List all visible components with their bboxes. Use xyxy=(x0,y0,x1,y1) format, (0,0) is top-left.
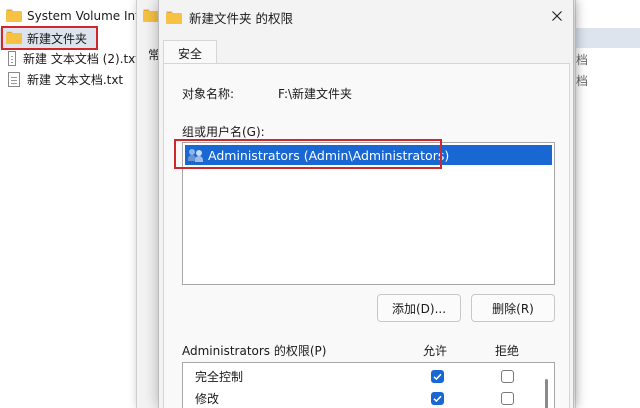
deny-checkbox[interactable] xyxy=(501,391,514,405)
file-name: 新建 文本文档.txt xyxy=(27,72,124,87)
object-name-row: 对象名称: F:\新建文件夹 xyxy=(182,85,352,102)
permission-name: 修改 xyxy=(195,391,220,406)
user-name: Administrators (Admin\Administrators) xyxy=(208,147,450,163)
file-type-fragment: 档 xyxy=(576,74,589,88)
close-icon xyxy=(552,11,562,21)
file-item-text-doc-2[interactable]: 新建 文本文档 (2).txt xyxy=(0,48,140,68)
folder-icon xyxy=(6,31,22,45)
permission-row: 修改 xyxy=(183,387,554,408)
tab-strip: 安全 xyxy=(159,34,573,65)
user-list[interactable]: Administrators (Admin\Administrators) xyxy=(182,142,555,285)
object-name-value: F:\新建文件夹 xyxy=(278,87,353,101)
permission-row: 完全控制 xyxy=(183,365,554,387)
group-user-label: 组或用户名(G): xyxy=(182,125,265,139)
file-type-fragment: 档 xyxy=(576,53,589,67)
title-bar[interactable]: 新建文件夹 的权限 xyxy=(159,0,573,34)
file-item-text-doc[interactable]: 新建 文本文档.txt xyxy=(0,69,140,89)
user-group-icon xyxy=(188,148,206,162)
dialog-title: 新建文件夹 的权限 xyxy=(189,10,293,26)
permissions-label: Administrators 的权限(P) xyxy=(182,344,327,358)
file-item-new-folder[interactable]: 新建文件夹 xyxy=(0,28,96,48)
user-list-item[interactable]: Administrators (Admin\Administrators) xyxy=(185,145,552,165)
file-name: System Volume Inf xyxy=(27,9,140,23)
deny-checkbox[interactable] xyxy=(501,369,514,383)
close-button[interactable] xyxy=(541,2,573,30)
allow-checkbox[interactable] xyxy=(431,369,444,383)
permissions-list: 完全控制 修改 xyxy=(182,362,555,408)
scrollbar-thumb[interactable] xyxy=(545,379,548,408)
object-name-label: 对象名称: xyxy=(182,87,235,101)
file-name: 新建文件夹 xyxy=(27,31,88,46)
check-icon xyxy=(433,373,442,380)
allow-checkbox[interactable] xyxy=(431,391,444,405)
permissions-dialog: 新建文件夹 的权限 安全 对象名称: F:\新建文件夹 组或用户名(G): Ad… xyxy=(158,0,574,408)
deny-column-header: 拒绝 xyxy=(495,344,520,358)
allow-column-header: 允许 xyxy=(423,344,448,358)
remove-button[interactable]: 删除(R) xyxy=(471,294,555,322)
document-icon xyxy=(8,71,20,87)
folder-icon xyxy=(143,9,159,22)
tab-security[interactable]: 安全 xyxy=(163,40,217,65)
file-name: 新建 文本文档 (2).txt xyxy=(23,51,140,66)
permission-name: 完全控制 xyxy=(195,369,244,384)
folder-icon xyxy=(6,9,22,23)
document-icon xyxy=(8,50,17,66)
file-row-selection xyxy=(576,28,640,48)
add-button[interactable]: 添加(D)... xyxy=(377,294,461,322)
check-icon xyxy=(433,395,442,402)
file-item-system-volume[interactable]: System Volume Inf xyxy=(0,6,140,26)
security-panel: 对象名称: F:\新建文件夹 组或用户名(G): Administrators … xyxy=(163,63,570,408)
folder-icon xyxy=(166,10,182,24)
